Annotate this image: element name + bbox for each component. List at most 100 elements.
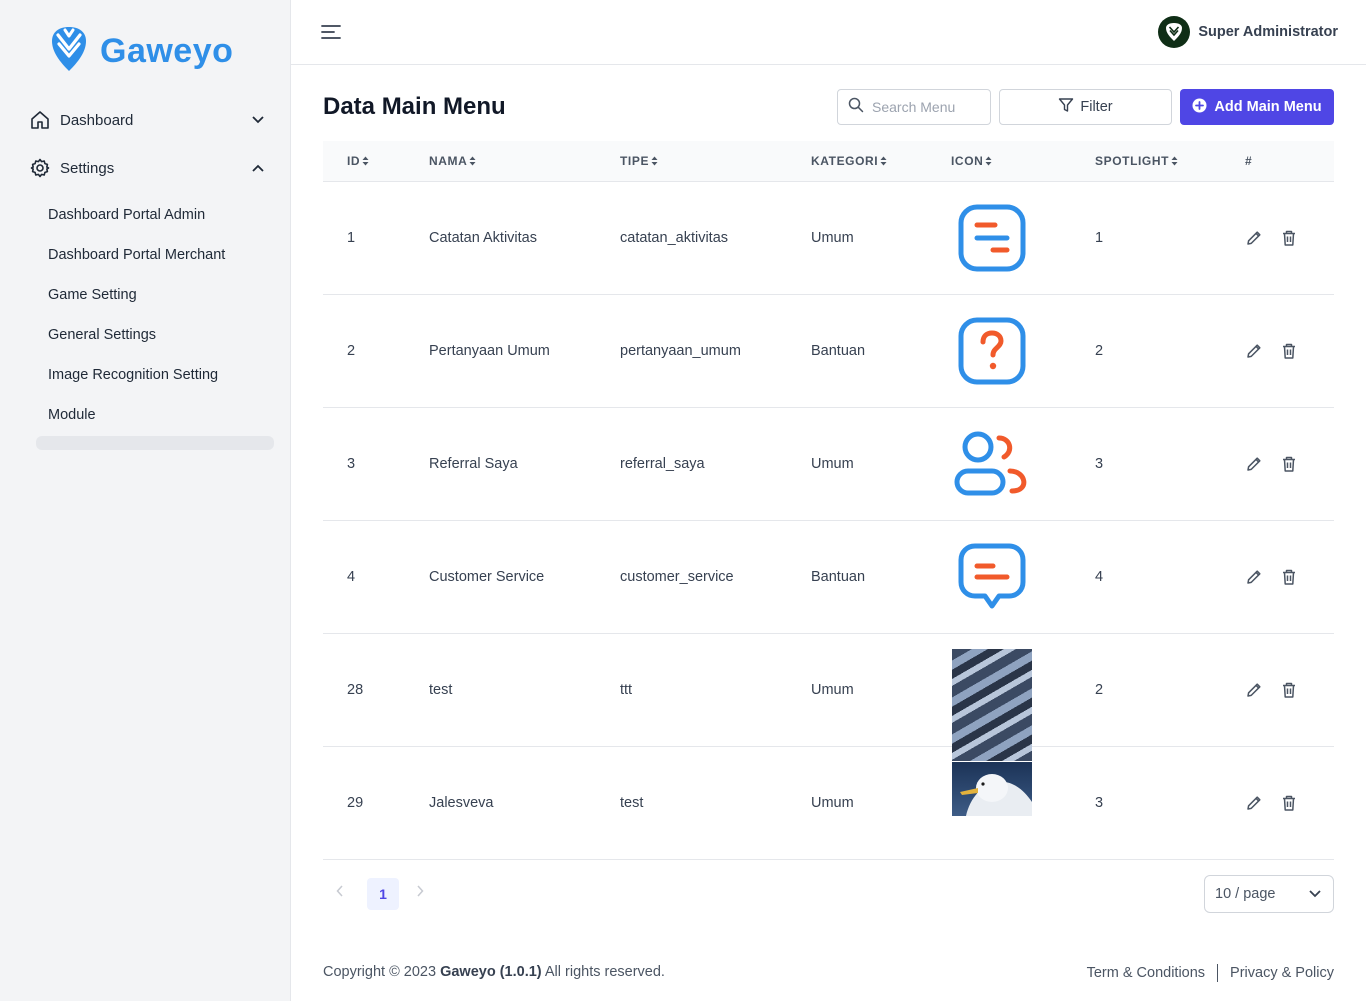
cell-spotlight: 4 (1095, 569, 1104, 585)
chat-icon (952, 537, 1032, 617)
avatar (1158, 16, 1191, 48)
cell-id: 3 (347, 456, 356, 472)
cell-kategori: Umum (811, 682, 854, 698)
cell-tipe: pertanyaan_umum (620, 343, 741, 359)
seagull-photo (952, 762, 1032, 816)
table-row: 29 Jalesveva test Umum 3 (323, 747, 1334, 860)
cell-kategori: Umum (811, 456, 854, 472)
sort-icon (469, 156, 476, 166)
sidebar-item-dashboard-portal-admin[interactable]: Dashboard Portal Admin (48, 207, 205, 223)
cell-kategori: Bantuan (811, 343, 866, 359)
cell-nama: test (429, 682, 453, 698)
question-icon (952, 311, 1032, 391)
sort-icon (880, 156, 887, 166)
chevron-up-icon (251, 161, 265, 175)
plus-circle-icon (1192, 98, 1207, 117)
chevron-right-icon (417, 885, 424, 897)
sidebar-item-dashboard-portal-merchant[interactable]: Dashboard Portal Merchant (48, 247, 225, 263)
column-header-kategori[interactable]: KATEGORI (811, 154, 887, 168)
referral-icon (952, 424, 1032, 504)
cell-id: 2 (347, 343, 356, 359)
edit-icon[interactable] (1245, 568, 1263, 586)
user-name: Super Administrator (1198, 24, 1338, 40)
trash-icon[interactable] (1280, 681, 1298, 699)
sort-icon (985, 156, 992, 166)
pagination-prev-button[interactable] (336, 884, 350, 904)
edit-icon[interactable] (1245, 229, 1263, 247)
cell-nama: Catatan Aktivitas (429, 230, 537, 246)
chevron-down-icon (1309, 886, 1321, 902)
user-menu[interactable]: Super Administrator (1158, 16, 1338, 48)
gear-icon (30, 158, 50, 178)
column-header-spotlight[interactable]: SPOTLIGHT (1095, 154, 1178, 168)
sidebar-item-settings[interactable]: Settings (30, 153, 265, 183)
trash-icon[interactable] (1280, 455, 1298, 473)
cell-id: 28 (347, 682, 364, 698)
cell-id: 1 (347, 230, 356, 246)
chevron-left-icon (336, 885, 343, 897)
add-main-menu-button[interactable]: Add Main Menu (1180, 89, 1334, 125)
column-header-icon[interactable]: ICON (951, 154, 992, 168)
sidebar-scrollbar[interactable] (36, 436, 274, 450)
cell-kategori: Umum (811, 230, 854, 246)
table-row: 4 Customer Service customer_service Bant… (323, 521, 1334, 634)
search-field[interactable] (837, 89, 991, 125)
sidebar-item-module[interactable]: Module (48, 407, 96, 423)
cell-spotlight: 1 (1095, 230, 1104, 246)
sort-icon (362, 156, 369, 166)
table-row: 3 Referral Saya referral_saya Umum 3 (323, 408, 1334, 521)
cell-nama: Jalesveva (429, 795, 494, 811)
column-header-nama[interactable]: NAMA (429, 154, 476, 168)
filter-button[interactable]: Filter (999, 89, 1172, 125)
main-menu-table: ID NAMA TIPE KATEGORI ICON SPOTLIGHT # 1 (323, 141, 1334, 860)
cell-nama: Pertanyaan Umum (429, 343, 550, 359)
cell-nama: Referral Saya (429, 456, 518, 472)
copyright-brand: Gaweyo (1.0.1) (440, 964, 542, 980)
pagination-page-1[interactable]: 1 (367, 878, 399, 910)
edit-icon[interactable] (1245, 794, 1263, 812)
cell-kategori: Bantuan (811, 569, 866, 585)
topbar: Super Administrator (291, 0, 1366, 65)
brand-logo[interactable]: Gaweyo (50, 26, 233, 77)
page-size-select[interactable]: 10 / page (1204, 875, 1334, 913)
pagination-next-button[interactable] (416, 884, 430, 904)
trash-icon[interactable] (1280, 568, 1298, 586)
privacy-link[interactable]: Privacy & Policy (1230, 965, 1334, 981)
sidebar: Gaweyo Dashboard Settings Dashboard Port… (0, 0, 291, 1001)
copyright-text: Copyright © 2023 Gaweyo (1.0.1) All righ… (323, 964, 665, 980)
cell-tipe: test (620, 795, 644, 811)
trash-icon[interactable] (1280, 342, 1298, 360)
column-header-tipe[interactable]: TIPE (620, 154, 658, 168)
footer-divider (1217, 964, 1219, 982)
sidebar-item-game-setting[interactable]: Game Setting (48, 287, 137, 303)
table-row: 2 Pertanyaan Umum pertanyaan_umum Bantua… (323, 295, 1334, 408)
cell-id: 29 (347, 795, 364, 811)
terms-link[interactable]: Term & Conditions (1087, 965, 1205, 981)
cell-spotlight: 3 (1095, 456, 1104, 472)
gaweyo-logo-icon (50, 26, 88, 77)
edit-icon[interactable] (1245, 455, 1263, 473)
filter-label: Filter (1080, 99, 1113, 115)
page-title: Data Main Menu (323, 93, 506, 120)
menu-toggle-icon[interactable] (321, 24, 341, 40)
building-photo (952, 649, 1032, 761)
sidebar-item-image-recognition-setting[interactable]: Image Recognition Setting (48, 367, 218, 383)
footer-links: Term & Conditions Privacy & Policy (1087, 964, 1334, 982)
brand-name: Gaweyo (100, 32, 234, 70)
sidebar-item-general-settings[interactable]: General Settings (48, 327, 156, 343)
cell-tipe: ttt (620, 682, 633, 698)
filter-icon (1058, 97, 1074, 117)
table-row: 28 test ttt Umum 2 (323, 634, 1334, 761)
sidebar-item-label: Settings (60, 159, 115, 177)
trash-icon[interactable] (1280, 794, 1298, 812)
sidebar-item-dashboard[interactable]: Dashboard (30, 105, 265, 135)
cell-spotlight: 2 (1095, 682, 1104, 698)
cell-id: 4 (347, 569, 356, 585)
search-input[interactable] (872, 99, 982, 115)
notes-icon (952, 198, 1032, 278)
add-main-menu-label: Add Main Menu (1214, 99, 1322, 115)
column-header-id[interactable]: ID (347, 154, 369, 168)
edit-icon[interactable] (1245, 681, 1263, 699)
edit-icon[interactable] (1245, 342, 1263, 360)
trash-icon[interactable] (1280, 229, 1298, 247)
